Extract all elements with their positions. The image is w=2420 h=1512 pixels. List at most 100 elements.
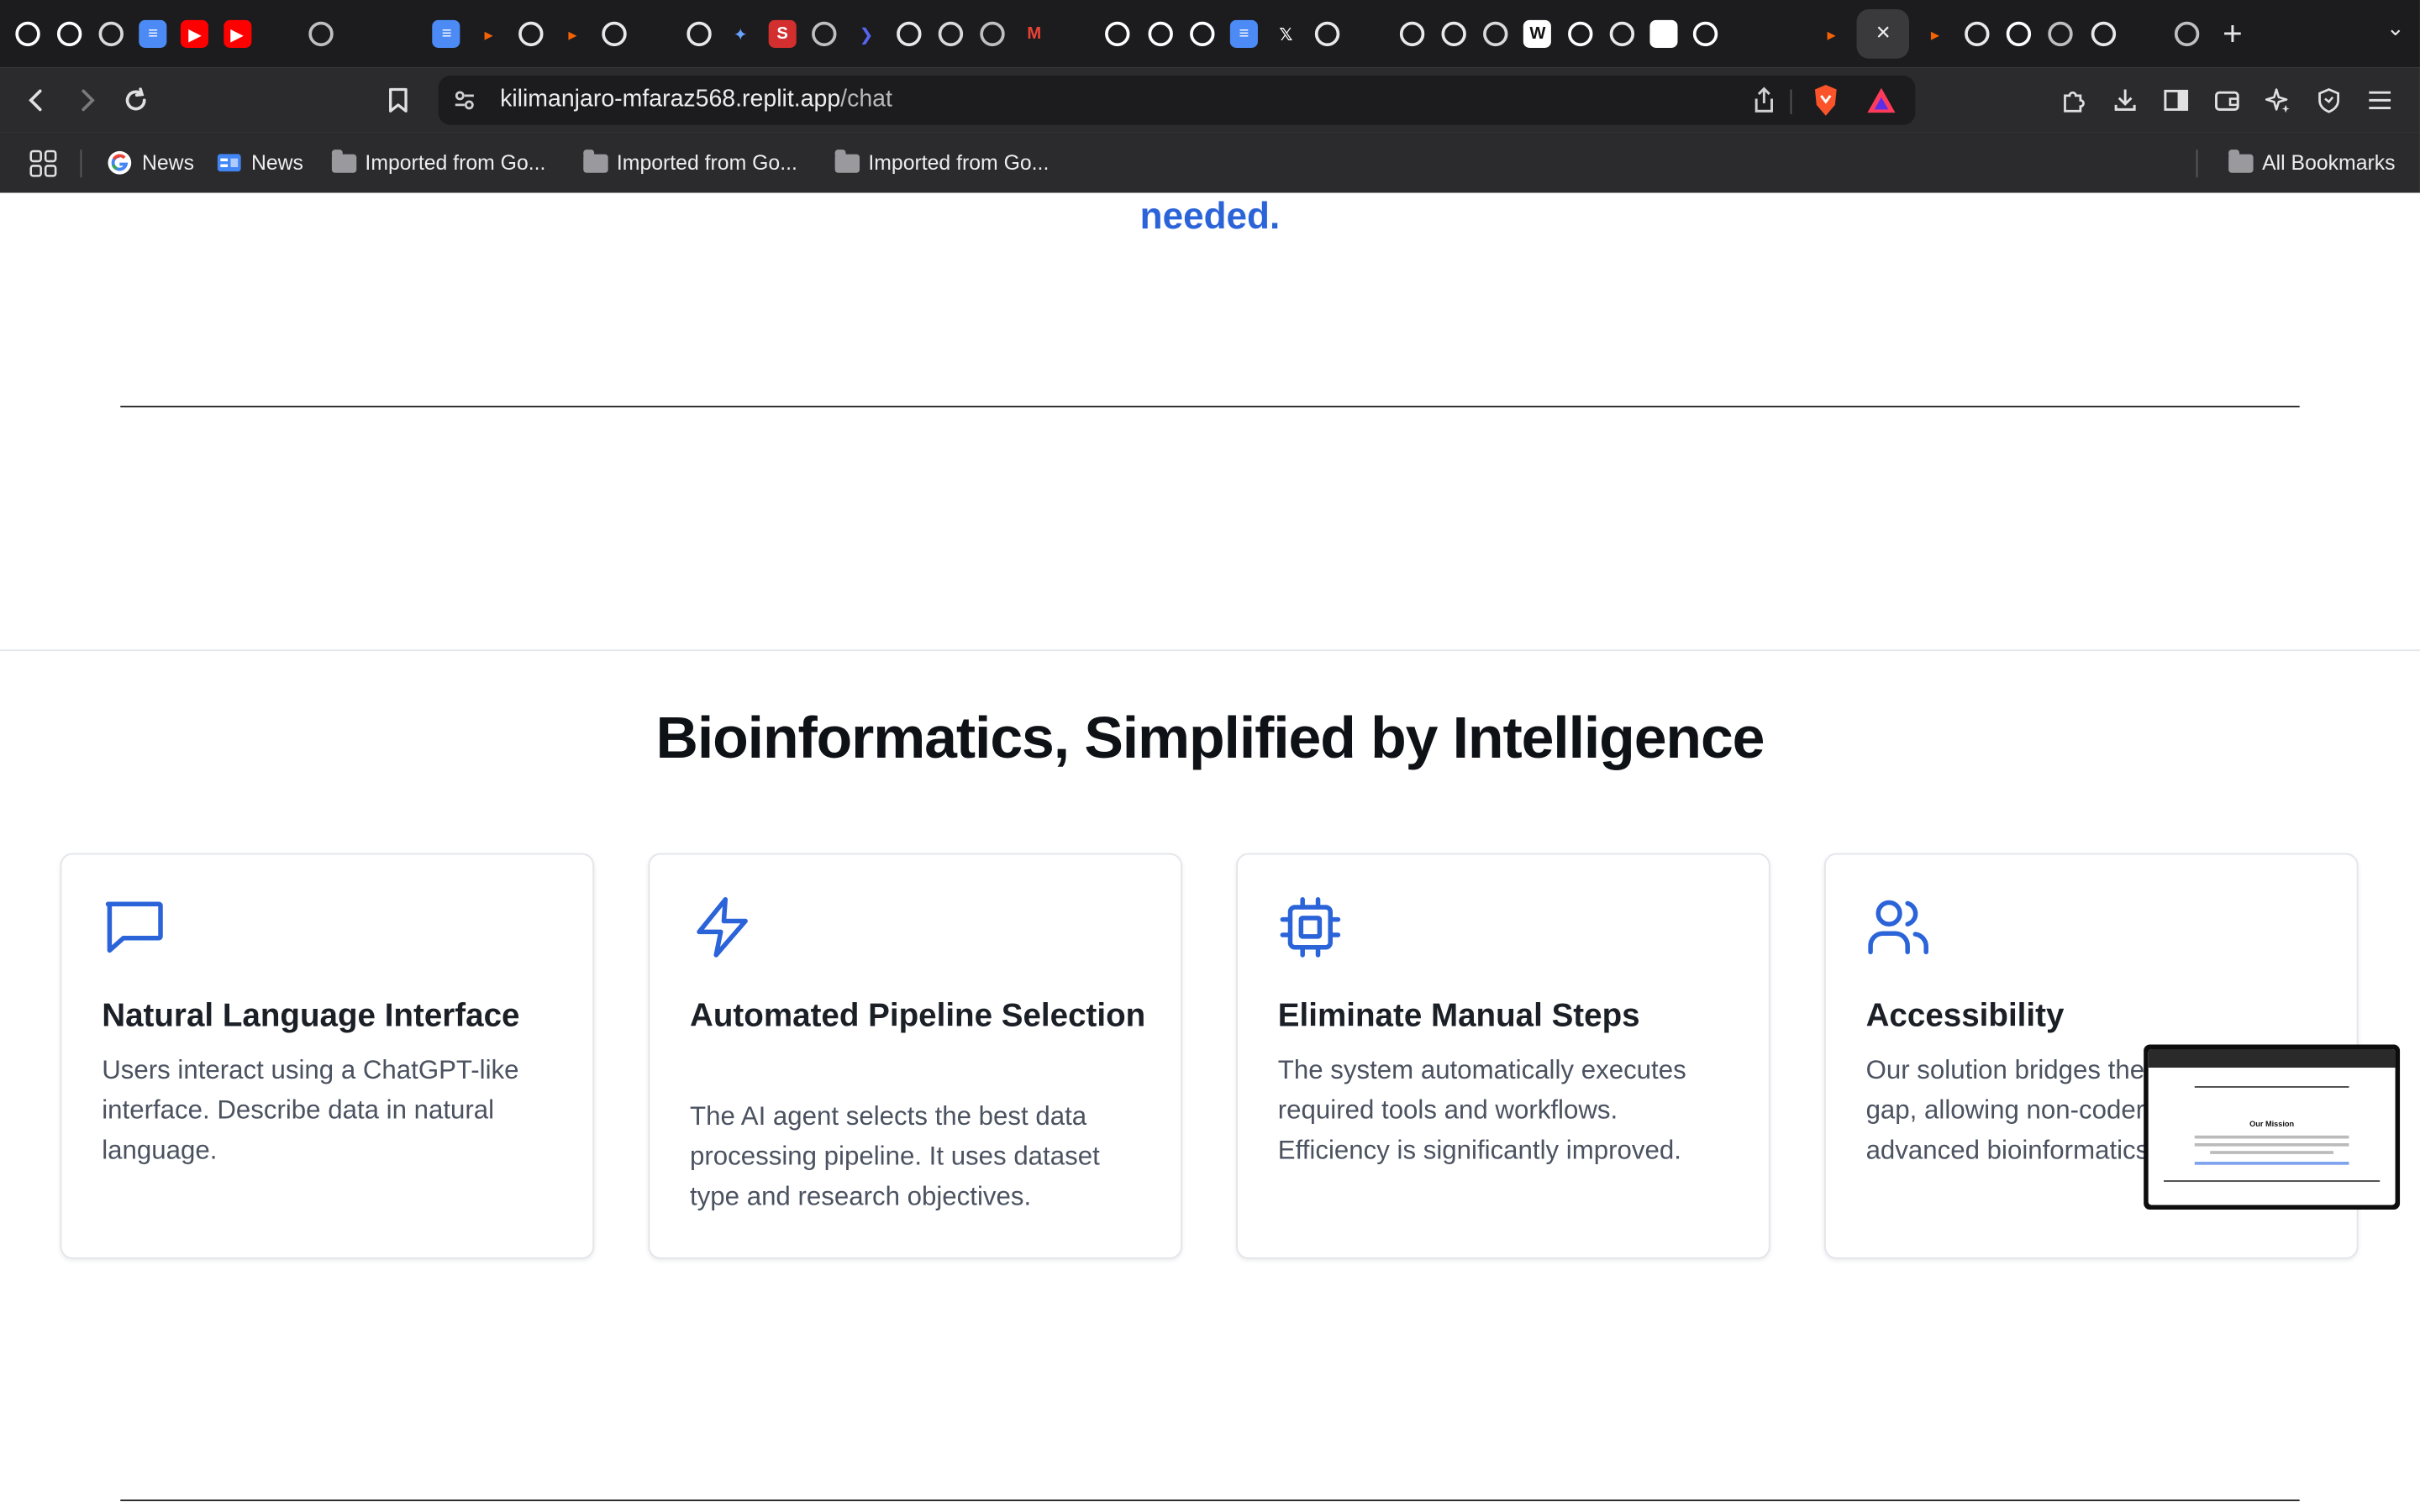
browser-tab[interactable] xyxy=(1685,9,1727,59)
notion-icon xyxy=(1649,19,1678,48)
browser-tab[interactable]: S xyxy=(761,9,803,59)
browser-tab[interactable] xyxy=(48,9,90,59)
proton-icon xyxy=(265,20,292,48)
browser-tab[interactable] xyxy=(635,9,677,59)
browser-tab[interactable] xyxy=(1643,9,1685,59)
sparkle-icon xyxy=(2265,88,2290,113)
replit-icon: ▸ xyxy=(568,25,577,45)
new-tab-button[interactable]: + xyxy=(2208,9,2258,59)
browser-tab[interactable] xyxy=(1433,9,1475,59)
browser-tab[interactable] xyxy=(803,9,845,59)
browser-tab[interactable] xyxy=(1097,9,1139,59)
browser-tab[interactable] xyxy=(342,9,384,59)
browser-tab[interactable]: ≡ xyxy=(1223,9,1265,59)
browser-tab[interactable] xyxy=(2166,9,2208,59)
browser-tab[interactable]: M xyxy=(1013,9,1055,59)
browser-tab[interactable]: ▸ xyxy=(468,9,510,59)
globe-icon xyxy=(2174,21,2200,47)
browser-tab[interactable] xyxy=(1769,9,1811,59)
browser-tab[interactable] xyxy=(1349,9,1391,59)
browser-tab[interactable] xyxy=(887,9,929,59)
sidebar-button[interactable] xyxy=(2151,76,2201,125)
active-tab[interactable]: × xyxy=(1857,9,1910,59)
github-icon xyxy=(1105,21,1131,47)
browser-tab[interactable] xyxy=(6,9,48,59)
browser-tab[interactable]: W xyxy=(1517,9,1559,59)
browser-tab[interactable] xyxy=(1727,9,1769,59)
bookmark-news-google[interactable]: News xyxy=(82,150,213,176)
section-border xyxy=(0,649,2420,652)
browser-tab[interactable] xyxy=(929,9,971,59)
vpn-button[interactable] xyxy=(2304,76,2354,125)
share-icon[interactable] xyxy=(1752,87,1776,114)
tab-search-chevron-icon[interactable]: ⌄ xyxy=(2386,15,2405,41)
all-bookmarks-button[interactable]: All Bookmarks xyxy=(2210,149,2414,175)
reload-button[interactable] xyxy=(111,76,160,125)
folder-icon xyxy=(331,149,356,172)
screenshot-thumbnail[interactable]: Our Mission xyxy=(2144,1044,2401,1210)
browser-tab[interactable]: ▸ xyxy=(1914,9,1956,59)
browser-tab[interactable]: ✦ xyxy=(719,9,761,59)
brave-rewards-icon[interactable] xyxy=(1866,87,1897,114)
bookmark-page-button[interactable] xyxy=(373,76,423,125)
downloads-button[interactable] xyxy=(2101,76,2150,125)
bookmark-folder-2[interactable]: Imported from Go... xyxy=(564,149,815,175)
browser-tab[interactable] xyxy=(1601,9,1643,59)
browser-tab[interactable] xyxy=(2124,9,2166,59)
card-description: The system automatically executes requir… xyxy=(1277,1055,1686,1165)
browser-tab[interactable] xyxy=(258,9,300,59)
youtube-icon: ▶ xyxy=(223,19,251,48)
forward-button[interactable] xyxy=(61,76,111,125)
browser-tab[interactable] xyxy=(300,9,342,59)
browser-tab[interactable]: ❯ xyxy=(845,9,887,59)
browser-tab[interactable]: ▶ xyxy=(174,9,216,59)
browser-tab[interactable] xyxy=(1475,9,1517,59)
bookmark-folder-3[interactable]: Imported from Go... xyxy=(816,149,1067,175)
cpu-chip-icon xyxy=(1280,897,1341,958)
browser-tab[interactable]: ▸ xyxy=(552,9,594,59)
browser-tab[interactable] xyxy=(1139,9,1181,59)
brave-shield-icon[interactable] xyxy=(1810,83,1841,117)
google-news-icon xyxy=(217,154,241,172)
browser-tab[interactable] xyxy=(1998,9,2040,59)
address-bar[interactable]: kilimanjaro-mfaraz568.replit.app/chat xyxy=(438,75,1916,125)
browser-tab[interactable] xyxy=(1956,9,1998,59)
github-icon xyxy=(56,21,82,47)
browser-tab[interactable] xyxy=(1559,9,1601,59)
browser-tab[interactable] xyxy=(90,9,132,59)
globe-icon xyxy=(980,21,1005,47)
browser-tab[interactable] xyxy=(2040,9,2082,59)
browser-tab[interactable]: 𝕏 xyxy=(1265,9,1307,59)
thumbnail-browser-bar xyxy=(2148,1048,2396,1068)
bookmark-folder-1[interactable]: Imported from Go... xyxy=(322,149,564,175)
openai-icon xyxy=(602,21,628,47)
browser-tab[interactable] xyxy=(510,9,552,59)
back-button[interactable] xyxy=(13,76,62,125)
all-bookmarks-label: All Bookmarks xyxy=(2262,150,2396,175)
browser-tab[interactable] xyxy=(971,9,1013,59)
browser-tab[interactable]: ≡ xyxy=(426,9,468,59)
chat-bubble-icon xyxy=(105,901,163,953)
browser-tab[interactable] xyxy=(1055,9,1097,59)
browser-tab[interactable] xyxy=(677,9,719,59)
browser-tab[interactable]: ▶ xyxy=(216,9,258,59)
browser-tab[interactable] xyxy=(593,9,635,59)
browser-tab[interactable] xyxy=(1307,9,1349,59)
leo-ai-button[interactable] xyxy=(2254,76,2303,125)
card-title: Accessibility xyxy=(1865,998,2065,1034)
stack-icon xyxy=(391,20,418,48)
close-icon[interactable]: × xyxy=(1876,20,1891,48)
apps-button[interactable] xyxy=(0,147,81,178)
browser-tab[interactable]: ▸ xyxy=(1811,9,1853,59)
bookmark-google-news[interactable]: News xyxy=(213,150,322,176)
google-icon xyxy=(108,150,132,175)
browser-tab[interactable] xyxy=(1181,9,1223,59)
browser-tab[interactable] xyxy=(2082,9,2124,59)
wallet-button[interactable] xyxy=(2202,76,2252,125)
openai-icon xyxy=(1315,21,1341,47)
browser-tab[interactable]: ≡ xyxy=(132,9,174,59)
menu-button[interactable] xyxy=(2355,76,2405,125)
extensions-button[interactable] xyxy=(2049,76,2099,125)
browser-tab[interactable] xyxy=(384,9,426,59)
browser-tab[interactable] xyxy=(1391,9,1433,59)
